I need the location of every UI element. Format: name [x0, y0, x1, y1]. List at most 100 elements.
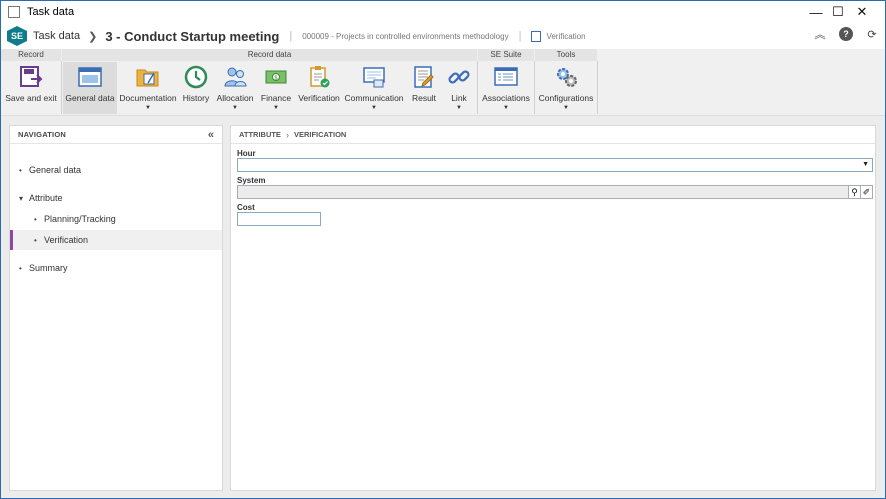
- dropdown-arrow-icon: ▼: [563, 105, 569, 111]
- allocation-label: Allocation: [216, 93, 254, 103]
- project-name: 000009 - Projects in controlled environm…: [302, 31, 509, 41]
- finance-label: Finance: [260, 93, 292, 103]
- communication-button[interactable]: Communication ▼: [344, 62, 404, 114]
- caret-down-icon: ▾: [19, 193, 24, 203]
- system-label: System: [237, 176, 266, 185]
- task-data-window: Task data — ☐ ✕ SE Task data ❯ 3 - Condu…: [0, 0, 886, 499]
- header-section-title: Task data: [33, 30, 81, 42]
- nav-item-label: Summary: [29, 263, 68, 273]
- result-button[interactable]: Result: [409, 62, 439, 114]
- allocation-icon: [223, 65, 247, 89]
- current-view-label: Verification: [546, 31, 586, 41]
- ribbon-toolbar: Record Record data SE Suite Tools Save a…: [1, 49, 885, 116]
- clear-field-icon[interactable]: ✐: [860, 186, 872, 198]
- link-icon: [447, 65, 471, 89]
- window-icon: [8, 6, 20, 18]
- bullet-icon: •: [34, 235, 37, 245]
- documentation-icon: [136, 65, 160, 89]
- cost-label: Cost: [237, 203, 255, 212]
- link-button[interactable]: Link ▼: [445, 62, 473, 114]
- nav-item-label: Planning/Tracking: [44, 214, 116, 224]
- communication-label: Communication: [344, 93, 404, 103]
- group-divider: [477, 61, 478, 114]
- breadcrumb: ATTRIBUTE › VERIFICATION: [231, 126, 875, 144]
- nav-item-label: Attribute: [29, 193, 63, 203]
- history-label: History: [182, 93, 210, 103]
- dropdown-arrow-icon: ▼: [862, 161, 869, 168]
- header-divider: |: [289, 30, 293, 42]
- save-and-exit-label: Save and exit: [5, 93, 57, 103]
- nav-item-planning-tracking[interactable]: • Planning/Tracking: [10, 209, 222, 229]
- bullet-icon: •: [34, 214, 37, 224]
- group-label-se-suite: SE Suite: [478, 49, 534, 61]
- collapse-panel-icon[interactable]: «: [208, 129, 214, 141]
- group-divider: [534, 61, 535, 114]
- group-divider: [61, 61, 62, 114]
- header-actions: ︽ ? ⟳: [813, 27, 879, 41]
- bullet-icon: •: [19, 263, 22, 273]
- verification-clipboard-icon: [531, 30, 542, 42]
- associations-button[interactable]: Associations ▼: [481, 62, 531, 114]
- help-icon[interactable]: ?: [839, 27, 853, 41]
- dropdown-arrow-icon: ▼: [503, 105, 509, 111]
- window-title: Task data: [27, 6, 75, 18]
- group-divider: [597, 61, 598, 114]
- navigation-panel: NAVIGATION « • General data ▾ Attribute …: [9, 125, 223, 491]
- history-icon: [184, 65, 208, 89]
- group-label-record-data: Record data: [62, 49, 477, 61]
- title-bar: Task data: [1, 1, 885, 23]
- page-header: SE Task data ❯ 3 - Conduct Startup meeti…: [1, 23, 885, 49]
- collapse-up-icon[interactable]: ︽: [813, 27, 827, 41]
- app-logo-icon: SE: [7, 26, 27, 46]
- search-icon[interactable]: ⚲: [848, 186, 860, 198]
- cost-field[interactable]: [237, 212, 321, 226]
- configurations-label: Configurations: [538, 93, 594, 103]
- finance-icon: $: [264, 65, 288, 89]
- configurations-icon: [554, 65, 578, 89]
- hour-select[interactable]: ▼: [237, 158, 873, 172]
- verification-form-panel: ATTRIBUTE › VERIFICATION Hour ▼ System ⚲…: [230, 125, 876, 491]
- general-data-button[interactable]: General data: [63, 62, 117, 114]
- group-label-record: Record: [1, 49, 61, 61]
- verification-button[interactable]: Verification: [297, 62, 341, 114]
- hour-label: Hour: [237, 149, 256, 158]
- refresh-icon[interactable]: ⟳: [865, 27, 879, 41]
- nav-item-label: General data: [29, 165, 82, 175]
- nav-item-label: Verification: [44, 235, 89, 245]
- dropdown-arrow-icon: ▼: [456, 105, 462, 111]
- dropdown-arrow-icon: ▼: [371, 105, 377, 111]
- documentation-button[interactable]: Documentation ▼: [119, 62, 177, 114]
- content-area: NAVIGATION « • General data ▾ Attribute …: [1, 116, 885, 498]
- configurations-button[interactable]: Configurations ▼: [538, 62, 594, 114]
- bullet-icon: •: [19, 165, 22, 175]
- allocation-button[interactable]: Allocation ▼: [216, 62, 254, 114]
- save-exit-icon: [19, 65, 43, 89]
- close-button[interactable]: ✕: [839, 1, 885, 23]
- verification-label: Verification: [298, 93, 340, 103]
- navigation-heading: NAVIGATION: [10, 126, 222, 144]
- nav-item-summary[interactable]: • Summary: [10, 258, 222, 278]
- link-label: Link: [451, 93, 467, 103]
- app-logo-text: SE: [10, 31, 23, 41]
- breadcrumb-item-attribute[interactable]: ATTRIBUTE: [239, 130, 281, 139]
- communication-icon: [362, 65, 386, 89]
- header-divider: |: [518, 30, 522, 42]
- history-button[interactable]: History: [181, 62, 211, 114]
- breadcrumb-item-verification: VERIFICATION: [293, 130, 347, 139]
- save-and-exit-button[interactable]: Save and exit: [3, 62, 59, 114]
- nav-item-attribute[interactable]: ▾ Attribute: [10, 188, 222, 208]
- associations-icon: [494, 65, 518, 89]
- chevron-right-icon: ›: [285, 129, 289, 140]
- finance-button[interactable]: $ Finance ▼: [259, 62, 293, 114]
- nav-item-verification[interactable]: • Verification: [10, 230, 222, 250]
- svg-text:$: $: [274, 75, 278, 82]
- dropdown-arrow-icon: ▼: [232, 105, 238, 111]
- general-data-icon: [78, 65, 102, 89]
- associations-label: Associations: [482, 93, 530, 103]
- task-title: 3 - Conduct Startup meeting: [105, 28, 280, 44]
- group-label-tools: Tools: [535, 49, 597, 61]
- general-data-label: General data: [65, 93, 115, 103]
- system-field[interactable]: ⚲ ✐: [237, 185, 873, 199]
- result-label: Result: [411, 93, 437, 103]
- nav-item-general-data[interactable]: • General data: [10, 160, 222, 180]
